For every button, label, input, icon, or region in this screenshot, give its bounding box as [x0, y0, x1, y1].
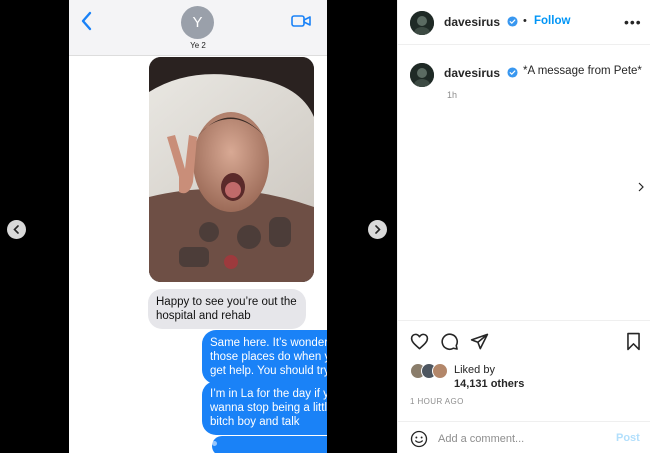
message-bubble-sent: I’m in La for the day if you wanna stop … [202, 381, 327, 435]
liked-by-label: Liked by [454, 364, 495, 376]
post-caption: *A message from Pete* [523, 65, 642, 77]
avatar[interactable] [410, 63, 434, 87]
comment-input[interactable] [438, 430, 598, 448]
bookmark-icon[interactable] [624, 332, 643, 351]
heart-icon[interactable] [410, 332, 429, 351]
carousel-dot [188, 441, 193, 446]
chevron-right-icon [375, 225, 381, 234]
carousel-dot [196, 441, 201, 446]
caption-username-link[interactable]: davesirus [444, 66, 500, 80]
carousel-dot [212, 441, 217, 446]
previous-media-button[interactable] [7, 220, 26, 239]
message-bubble-sent: Same here. It’s wonders what those place… [202, 330, 327, 384]
post-comment-button[interactable]: Post [616, 432, 640, 444]
username-link[interactable]: davesirus [444, 15, 500, 29]
post-media: Y Ye 2 Happy to see you’re out the hospi… [0, 0, 397, 453]
contact-avatar: Y [181, 6, 214, 39]
post-details-panel: davesirus • Follow ••• davesirus *A mess… [397, 0, 650, 453]
likes-count-link[interactable]: 14,131 others [454, 378, 524, 390]
chevron-right-icon [638, 182, 644, 192]
contact-name: Ye 2 [190, 41, 206, 50]
video-camera-icon [291, 15, 311, 27]
profile-photo [410, 11, 434, 35]
carousel-dot [180, 441, 185, 446]
selfie-illustration [149, 57, 314, 282]
carousel-dot [204, 441, 209, 446]
messages-header: Y Ye 2 [69, 0, 327, 56]
selfie-photo [149, 57, 314, 282]
profile-photo [410, 63, 434, 87]
chevron-left-icon [13, 225, 19, 234]
verified-badge-icon [507, 67, 518, 78]
message-bubble-sent-partial [212, 436, 327, 453]
comment-composer: Post [398, 421, 650, 453]
chevron-left-icon [81, 11, 92, 31]
comment-icon[interactable] [440, 332, 459, 351]
avatar[interactable] [410, 11, 434, 35]
avatar [432, 363, 448, 379]
verified-badge-icon [507, 16, 518, 27]
post-timestamp[interactable]: 1 HOUR AGO [410, 397, 464, 406]
liked-by-avatars[interactable] [410, 363, 452, 379]
post-header: davesirus • Follow ••• [398, 0, 650, 45]
more-options-button[interactable]: ••• [624, 14, 642, 30]
emoji-icon[interactable] [410, 430, 428, 448]
message-bubble-received: Happy to see you’re out the hospital and… [148, 289, 306, 329]
next-media-button[interactable] [368, 220, 387, 239]
separator-dot: • [523, 15, 527, 27]
instagram-post-modal: Y Ye 2 Happy to see you’re out the hospi… [0, 0, 650, 453]
share-icon[interactable] [470, 332, 489, 351]
messages-screenshot: Y Ye 2 Happy to see you’re out the hospi… [69, 0, 327, 453]
caption-time: 1h [447, 90, 458, 100]
follow-button[interactable]: Follow [534, 15, 570, 27]
carousel-indicator [180, 441, 217, 446]
